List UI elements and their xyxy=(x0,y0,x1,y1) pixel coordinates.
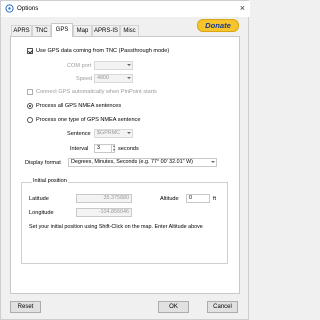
app-icon xyxy=(5,4,14,13)
options-dialog: Options × APRS TNC GPS Map APRS-IS Misc … xyxy=(0,0,250,320)
process-one-radio[interactable] xyxy=(27,117,33,123)
tab-misc[interactable]: Misc xyxy=(120,25,139,36)
donate-button[interactable]: Donate xyxy=(197,19,239,32)
altitude-value: 0 xyxy=(189,195,192,201)
sentence-value: $GPRMC xyxy=(97,130,121,136)
close-icon[interactable]: × xyxy=(240,3,245,13)
interval-unit: seconds xyxy=(118,146,139,152)
tab-gps[interactable]: GPS xyxy=(51,23,73,37)
position-hint: Set your initial position using Shift-Cl… xyxy=(29,224,203,230)
display-format-label: Display format xyxy=(25,160,61,166)
tab-map[interactable]: Map xyxy=(73,25,92,36)
process-all-label: Process all GPS NMEA sentences xyxy=(36,103,122,109)
speed-select[interactable]: 4800 xyxy=(94,74,133,83)
use-gps-label: Use GPS data coming from TNC (Passthroug… xyxy=(36,48,170,54)
tab-aprs-is[interactable]: APRS-IS xyxy=(92,25,120,36)
altitude-unit: ft xyxy=(213,196,217,202)
altitude-field[interactable]: 0 xyxy=(186,194,210,203)
sentence-select[interactable]: $GPRMC xyxy=(94,129,133,138)
display-format-value: Degrees, Minutes, Seconds (e.g. 77° 00' … xyxy=(71,159,193,165)
reset-button[interactable]: Reset xyxy=(10,301,41,313)
interval-spin-buttons[interactable] xyxy=(111,144,115,153)
altitude-label: Altitude xyxy=(160,196,179,202)
speed-label: Speed xyxy=(76,76,93,82)
tab-aprs[interactable]: APRS xyxy=(11,25,32,36)
chevron-down-icon xyxy=(211,161,215,163)
interval-value: 3 xyxy=(97,145,100,151)
use-gps-checkbox[interactable] xyxy=(27,48,33,54)
spin-down-icon[interactable] xyxy=(112,149,115,151)
process-one-label: Process one type of GPS NMEA sentence xyxy=(36,117,141,123)
speed-value: 4800 xyxy=(97,75,109,81)
com-port-select[interactable] xyxy=(94,61,133,70)
latitude-label: Latitude xyxy=(29,196,49,202)
tab-tnc[interactable]: TNC xyxy=(32,25,51,36)
title-bar: Options × xyxy=(1,1,250,17)
com-port-label: COM port xyxy=(67,63,92,69)
cancel-button[interactable]: Cancel xyxy=(207,301,238,313)
window-title: Options xyxy=(17,5,39,12)
interval-label: Interval xyxy=(70,146,89,152)
latitude-field[interactable]: 35.375880 xyxy=(76,194,132,203)
longitude-value: -104.856046 xyxy=(98,209,129,215)
connect-auto-checkbox[interactable] xyxy=(27,89,33,95)
chevron-down-icon xyxy=(127,77,131,79)
longitude-field[interactable]: -104.856046 xyxy=(76,208,132,217)
sentence-label: Sentence xyxy=(67,131,91,137)
initial-position-title: Initial position xyxy=(32,178,68,184)
spin-up-icon[interactable] xyxy=(112,145,115,147)
chevron-down-icon xyxy=(127,132,131,134)
connect-auto-label: Connect GPS automatically when PinPoint … xyxy=(36,89,157,95)
display-format-select[interactable]: Degrees, Minutes, Seconds (e.g. 77° 00' … xyxy=(68,158,217,167)
chevron-down-icon xyxy=(127,64,131,66)
process-all-radio[interactable] xyxy=(27,103,33,109)
ok-button[interactable]: OK xyxy=(158,301,189,313)
latitude-value: 35.375880 xyxy=(103,195,129,201)
longitude-label: Longitude xyxy=(29,210,54,216)
